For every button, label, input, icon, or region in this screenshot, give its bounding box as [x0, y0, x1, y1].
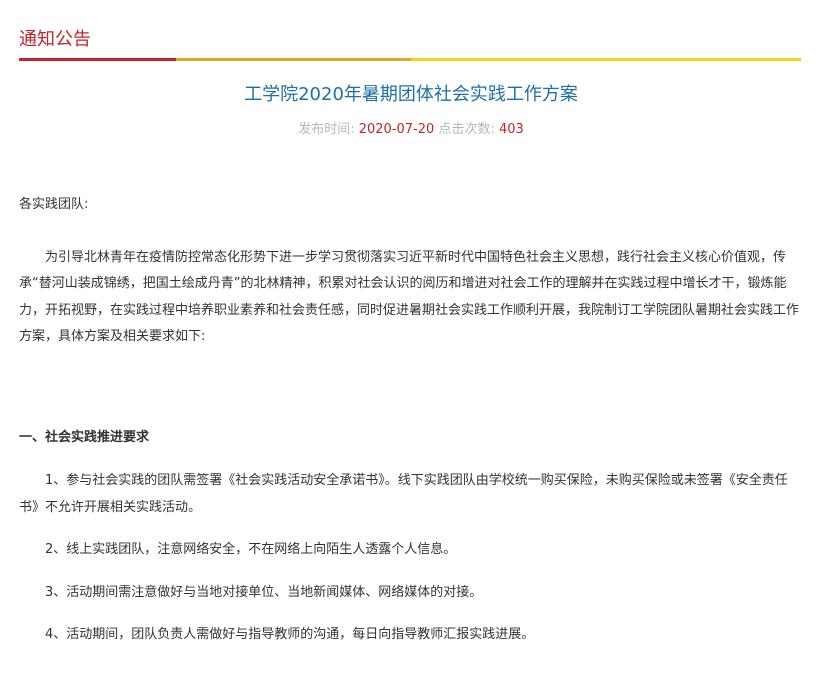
requirement-item-1: 1、参与社会实践的团队需签署《社会实践活动安全承诺书》。线下实践团队由学校统一购…: [19, 473, 788, 515]
publish-time-label: 发布时间:: [298, 122, 355, 137]
requirement-item-3: 3、活动期间需注意做好与当地对接单位、当地新闻媒体、网络媒体的对接。: [45, 584, 483, 600]
publish-time-value: 2020-07-20: [358, 122, 435, 137]
underline-yellow-segment: [411, 58, 801, 61]
underline-red-segment: [19, 58, 176, 61]
section-title: 通知公告: [19, 29, 91, 50]
underline-orange-segment: [176, 58, 411, 61]
requirement-item-2: 2、线上实践团队，注意网络安全，不在网络上向陌生人透露个人信息。: [45, 542, 457, 557]
section-heading-1: 一、社会实践推进要求: [19, 429, 150, 445]
view-count-label: 点击次数:: [438, 122, 495, 137]
section-title-underline: [19, 58, 801, 61]
article-meta: 发布时间: 2020-07-20 点击次数: 403: [0, 120, 822, 140]
requirement-item-4: 4、活动期间，团队负责人需做好与指导教师的沟通，每日向指导教师汇报实践进展。: [45, 627, 535, 642]
intro-paragraph: 为引导北林青年在疫情防控常态化形势下进一步学习贯彻落实习近平新时代中国特色社会主…: [19, 249, 800, 345]
view-count-value: 403: [498, 122, 524, 137]
notice-page: 通知公告 工学院2020年暑期团体社会实践工作方案 发布时间: 2020-07-…: [0, 0, 822, 678]
article-body: 各实践团队: 为引导北林青年在疫情防控常态化形势下进一步学习贯彻落实习近平新时代…: [19, 192, 801, 649]
greeting-paragraph: 各实践团队:: [19, 197, 89, 212]
article-title: 工学院2020年暑期团体社会实践工作方案: [244, 84, 578, 105]
